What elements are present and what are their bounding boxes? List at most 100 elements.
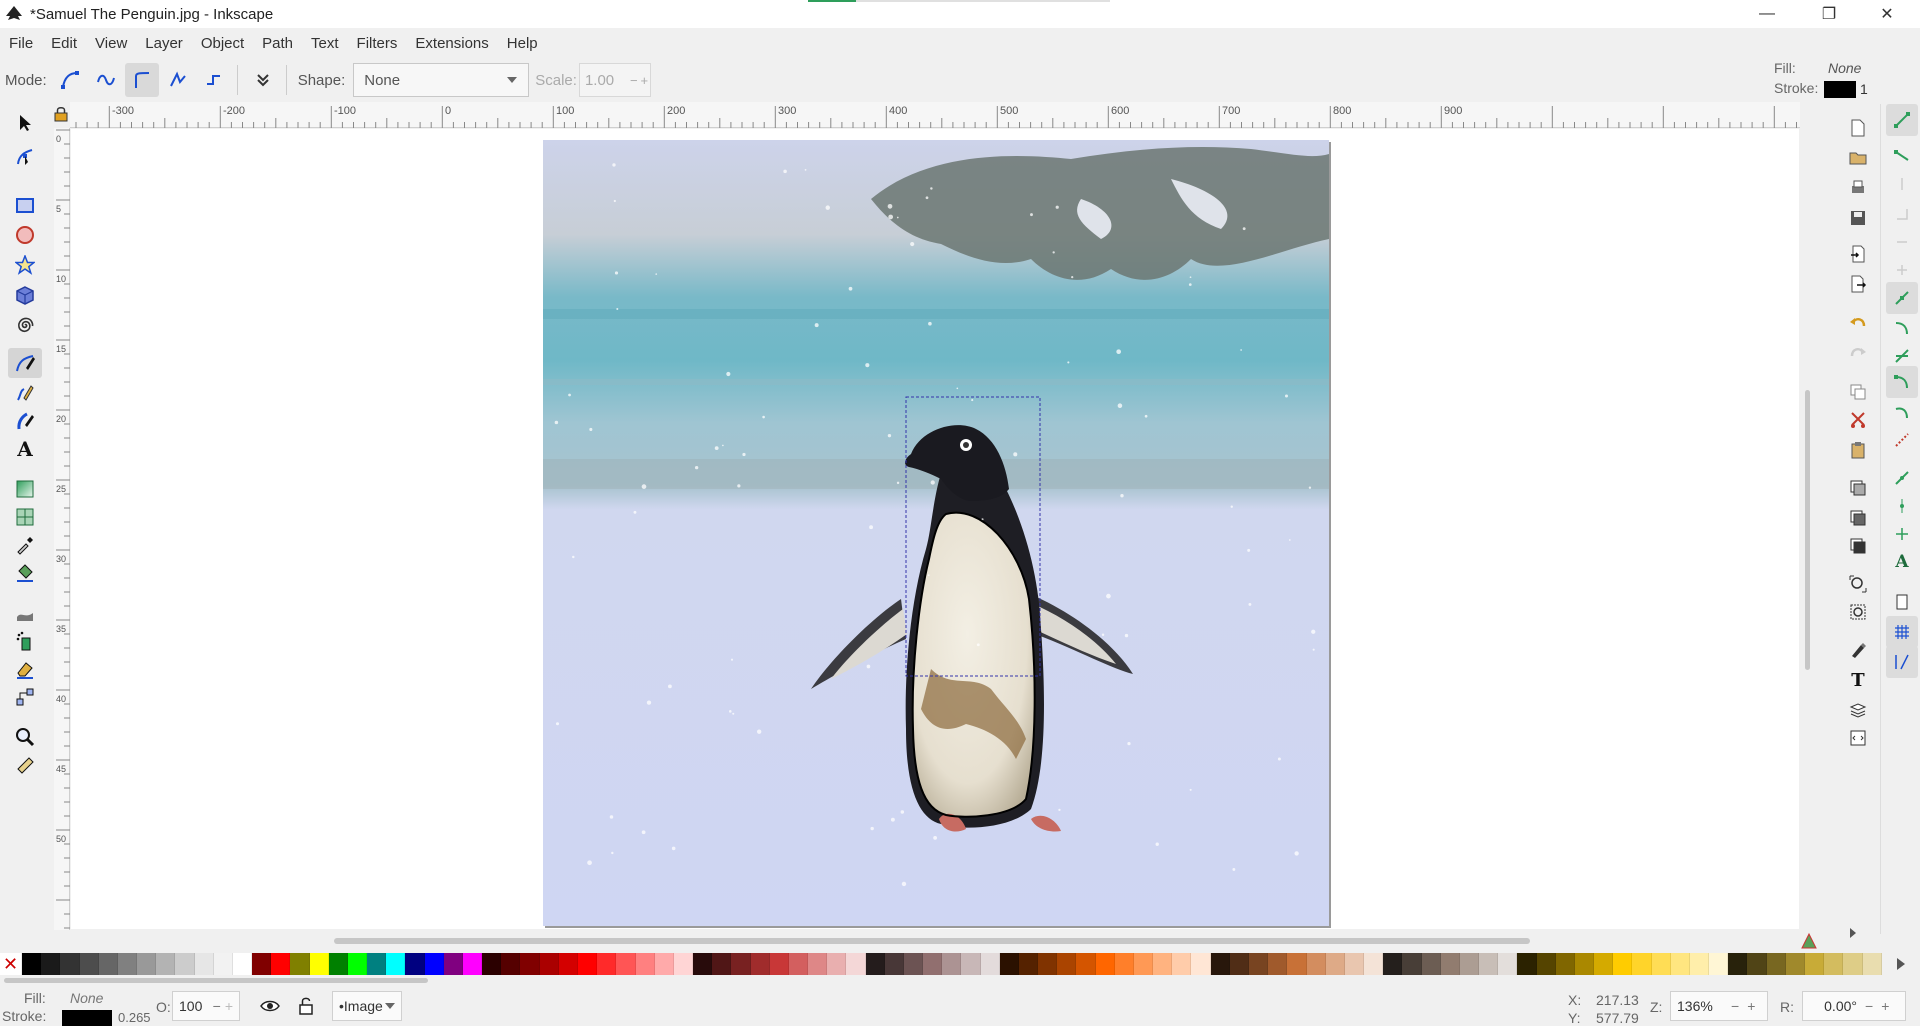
color-swatch[interactable]	[558, 953, 578, 975]
menu-file[interactable]: File	[0, 35, 42, 52]
rotation-decrement-icon[interactable]: −	[1865, 998, 1873, 1014]
color-swatch[interactable]	[1153, 953, 1173, 975]
color-swatch[interactable]	[1728, 953, 1748, 975]
color-swatch[interactable]	[673, 953, 694, 975]
color-swatch[interactable]	[923, 953, 943, 975]
clone-button[interactable]	[1844, 504, 1872, 532]
snap-line-midpoints-button[interactable]	[1886, 424, 1918, 456]
layer-lock-toggle[interactable]	[298, 996, 314, 1016]
stroke-color-swatch[interactable]	[1824, 81, 1856, 98]
menu-layer[interactable]: Layer	[136, 35, 192, 52]
color-swatch[interactable]	[60, 953, 80, 975]
color-swatch[interactable]	[1018, 953, 1039, 975]
eraser-tool[interactable]	[8, 654, 42, 684]
color-swatch[interactable]	[884, 953, 904, 975]
layers-dialog-button[interactable]	[1844, 696, 1872, 724]
color-swatch[interactable]	[309, 953, 329, 975]
color-swatch[interactable]	[1766, 953, 1786, 975]
color-swatch[interactable]	[1364, 953, 1384, 975]
calligraphy-tool[interactable]	[8, 406, 42, 436]
color-swatch[interactable]	[827, 953, 847, 975]
zoom-drawing-button[interactable]	[1844, 598, 1872, 626]
color-swatch[interactable]	[1517, 953, 1537, 975]
pen-tool[interactable]	[8, 348, 42, 378]
color-swatch[interactable]	[1632, 953, 1652, 975]
import-button[interactable]	[1844, 240, 1872, 268]
color-swatch[interactable]	[1114, 953, 1134, 975]
color-swatch[interactable]	[999, 953, 1019, 975]
snap-grids-button[interactable]	[1886, 616, 1918, 648]
menu-edit[interactable]: Edit	[42, 35, 86, 52]
color-swatch[interactable]	[693, 953, 713, 975]
text-font-dialog-button[interactable]: T	[1844, 666, 1872, 694]
color-swatch[interactable]	[769, 953, 789, 975]
mode-spiro-button[interactable]	[89, 63, 123, 97]
snap-text-baseline-button[interactable]: A	[1886, 546, 1918, 578]
color-swatch[interactable]	[1824, 953, 1844, 975]
cut-button[interactable]	[1844, 406, 1872, 434]
open-button[interactable]	[1844, 144, 1872, 172]
color-swatch[interactable]	[1344, 953, 1365, 975]
color-swatch[interactable]	[1095, 953, 1115, 975]
copy-button[interactable]	[1844, 378, 1872, 406]
shape-dropdown[interactable]: None	[353, 63, 530, 97]
color-swatch[interactable]	[942, 953, 962, 975]
color-swatch[interactable]	[865, 953, 885, 975]
menu-extensions[interactable]: Extensions	[406, 35, 497, 52]
unlink-clone-button[interactable]	[1844, 532, 1872, 560]
color-swatch[interactable]	[635, 953, 655, 975]
opacity-spinbox[interactable]: 100 − +	[172, 991, 240, 1021]
horizontal-scrollbar[interactable]	[334, 938, 1530, 944]
paste-button[interactable]	[1844, 436, 1872, 464]
node-tool[interactable]	[8, 142, 42, 172]
zoom-spinbox[interactable]: 136% − +	[1670, 991, 1768, 1021]
fill-stroke-dialog-button[interactable]	[1844, 636, 1872, 664]
ellipse-tool[interactable]	[8, 220, 42, 250]
star-tool[interactable]	[8, 250, 42, 280]
gradient-tool[interactable]	[8, 474, 42, 504]
palette-menu-chevron-icon[interactable]	[1893, 956, 1909, 972]
color-swatch[interactable]	[1306, 953, 1326, 975]
color-swatch[interactable]	[1651, 953, 1671, 975]
menu-path[interactable]: Path	[253, 35, 302, 52]
text-tool[interactable]: A	[8, 434, 42, 464]
drawing-canvas[interactable]	[71, 129, 1799, 929]
color-swatch[interactable]	[903, 953, 924, 975]
color-swatch[interactable]	[290, 953, 310, 975]
color-swatch[interactable]	[156, 953, 176, 975]
snap-guides-button[interactable]	[1886, 646, 1918, 678]
duplicate-button[interactable]	[1844, 474, 1872, 502]
color-swatch[interactable]	[1191, 953, 1211, 975]
color-swatch[interactable]	[597, 953, 617, 975]
snap-bbox-edges-button[interactable]	[1886, 168, 1918, 200]
tweak-tool[interactable]	[8, 598, 42, 628]
style-indicator[interactable]: Fill: None Stroke: 1	[1774, 60, 1884, 100]
no-paint-swatch[interactable]: ✕	[0, 953, 22, 975]
color-swatch[interactable]	[1133, 953, 1154, 975]
maximize-button[interactable]: ❐	[1806, 0, 1852, 28]
color-swatch[interactable]	[137, 953, 157, 975]
minimize-button[interactable]: —	[1744, 0, 1790, 28]
scale-spinbox[interactable]: 1.00 − +	[578, 63, 651, 97]
menu-text[interactable]: Text	[302, 35, 348, 52]
color-swatch[interactable]	[1670, 953, 1690, 975]
color-swatch[interactable]	[213, 953, 233, 975]
color-swatch[interactable]	[1249, 953, 1269, 975]
color-swatch[interactable]	[367, 953, 387, 975]
current-layer-dropdown[interactable]: •Image	[332, 991, 402, 1021]
opacity-decrement-icon[interactable]: −	[213, 998, 221, 1014]
spiral-tool[interactable]	[8, 310, 42, 340]
color-swatch[interactable]	[712, 953, 732, 975]
color-swatch[interactable]	[1555, 953, 1575, 975]
color-swatch[interactable]	[1574, 953, 1595, 975]
status-stroke-width[interactable]: 0.265	[118, 1010, 151, 1025]
3d-box-tool[interactable]	[8, 280, 42, 310]
menu-help[interactable]: Help	[498, 35, 547, 52]
color-swatch[interactable]	[808, 953, 828, 975]
color-swatch[interactable]	[961, 953, 981, 975]
color-swatch[interactable]	[501, 953, 521, 975]
mode-regular-bezier-button[interactable]	[53, 63, 87, 97]
menu-object[interactable]: Object	[192, 35, 253, 52]
horizontal-ruler[interactable]: -300 -200 -100 0 100 200 300 400 500 600 700 800 900	[70, 102, 1800, 128]
color-swatch[interactable]	[1287, 953, 1307, 975]
